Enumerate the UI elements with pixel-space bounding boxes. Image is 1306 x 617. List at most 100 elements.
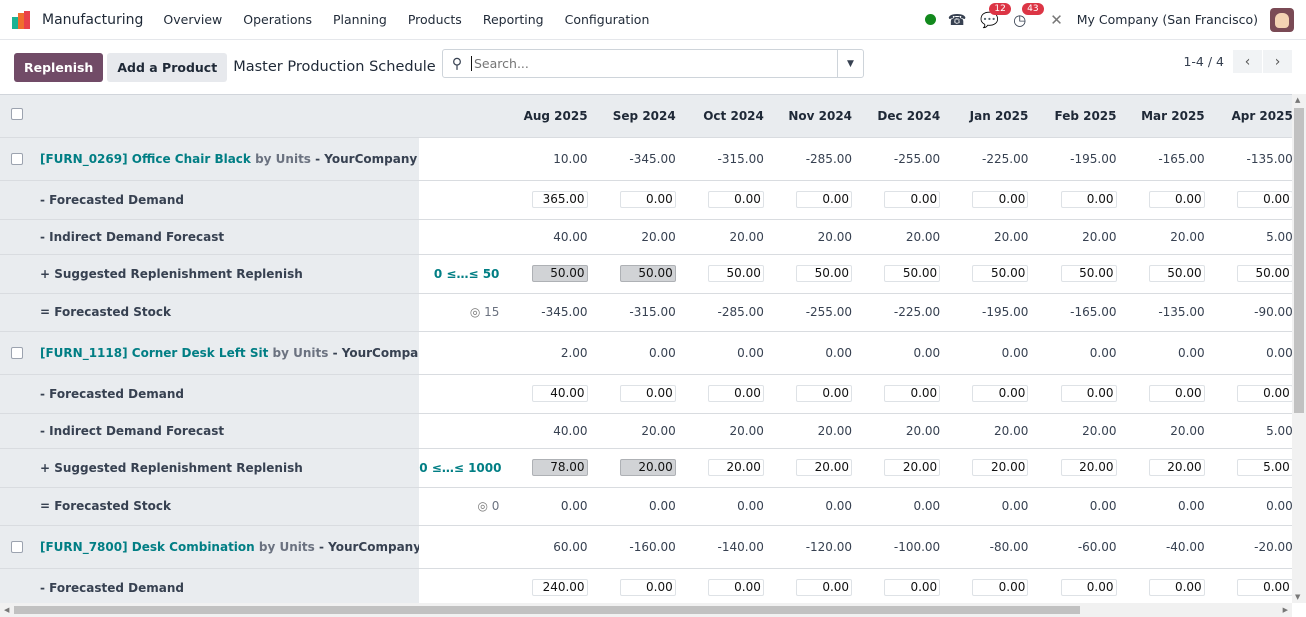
product-name-link[interactable]: [FURN_7800] Desk Combination <box>40 540 255 554</box>
quantity-input[interactable]: 0.00 <box>796 191 853 208</box>
month-cell[interactable]: 50.00 <box>683 253 772 293</box>
quantity-input[interactable]: 20.00 <box>972 459 1029 476</box>
product-name-link[interactable]: [FURN_0269] Office Chair Black <box>40 152 251 166</box>
month-cell[interactable]: 50.00 <box>771 253 861 293</box>
month-cell[interactable]: 50.00 <box>1036 253 1125 293</box>
quantity-input[interactable]: 0.00 <box>796 385 853 402</box>
quantity-input[interactable]: 50.00 <box>1060 265 1117 282</box>
quantity-input[interactable]: 0.00 <box>1060 385 1117 402</box>
quantity-input[interactable]: 0.00 <box>884 191 941 208</box>
month-cell[interactable]: 0.00 <box>860 179 949 219</box>
month-cell[interactable]: 50.00 <box>1124 253 1213 293</box>
month-cell[interactable]: 50.00 <box>860 253 949 293</box>
month-cell[interactable]: 5.00 <box>1212 447 1292 487</box>
quantity-input[interactable]: 0.00 <box>707 191 764 208</box>
replenish-range-link[interactable] <box>419 412 508 448</box>
activities-clock-icon[interactable]: ◷ 43 <box>1013 2 1044 29</box>
quantity-input[interactable]: 50.00 <box>619 265 676 282</box>
quantity-input[interactable]: 0.00 <box>884 385 941 402</box>
replenish-range-link[interactable] <box>419 179 508 219</box>
quantity-input[interactable]: 50.00 <box>796 265 853 282</box>
quantity-input[interactable]: 50.00 <box>884 265 941 282</box>
month-cell[interactable]: 240.00 <box>507 567 596 603</box>
month-cell[interactable]: 0.00 <box>948 179 1037 219</box>
quantity-input[interactable]: 0.00 <box>1148 579 1205 597</box>
quantity-input[interactable]: 50.00 <box>1236 265 1292 282</box>
quantity-input[interactable]: 0.00 <box>707 579 764 597</box>
manufacturing-logo-icon[interactable] <box>12 10 34 29</box>
month-cell[interactable]: 50.00 <box>1212 253 1292 293</box>
month-cell[interactable]: 0.00 <box>1036 373 1125 413</box>
quantity-input[interactable]: 0.00 <box>1236 579 1292 597</box>
month-cell[interactable]: 0.00 <box>948 373 1037 413</box>
quantity-input[interactable]: 50.00 <box>1148 265 1205 282</box>
select-all-checkbox[interactable] <box>11 107 23 120</box>
month-cell[interactable]: 0.00 <box>1212 567 1292 603</box>
menu-products[interactable]: Products <box>408 12 462 27</box>
month-cell[interactable]: 50.00 <box>595 253 684 293</box>
product-checkbox[interactable] <box>11 152 23 165</box>
quantity-input[interactable]: 0.00 <box>619 385 676 402</box>
month-cell[interactable]: 0.00 <box>1124 179 1213 219</box>
quantity-input[interactable]: 0.00 <box>972 385 1029 402</box>
quantity-input[interactable]: 5.00 <box>1236 459 1292 476</box>
quantity-input[interactable]: 0.00 <box>1148 385 1205 402</box>
quantity-input[interactable]: 0.00 <box>1236 191 1292 208</box>
month-cell[interactable]: 20.00 <box>771 447 861 487</box>
quantity-input[interactable]: 0.00 <box>1148 191 1205 208</box>
month-cell[interactable]: 50.00 <box>948 253 1037 293</box>
quantity-input[interactable]: 50.00 <box>531 265 588 282</box>
add-product-button[interactable]: Add a Product <box>107 52 228 82</box>
phone-icon[interactable]: ☎ <box>948 11 967 29</box>
company-switcher[interactable]: My Company (San Francisco) <box>1077 12 1258 27</box>
quantity-input[interactable]: 20.00 <box>619 459 676 476</box>
tools-icon[interactable]: ✕ <box>1050 11 1063 29</box>
month-cell[interactable]: 20.00 <box>860 447 949 487</box>
quantity-input[interactable]: 0.00 <box>972 191 1029 208</box>
replenish-button[interactable]: Replenish <box>14 52 104 82</box>
month-cell[interactable]: 0.00 <box>1036 179 1125 219</box>
product-checkbox[interactable] <box>11 346 23 359</box>
pager-previous-button[interactable]: ‹ <box>1233 50 1262 73</box>
month-cell[interactable]: 0.00 <box>595 373 684 413</box>
month-cell[interactable]: 0.00 <box>1036 567 1125 603</box>
month-cell[interactable]: 20.00 <box>1036 447 1125 487</box>
vertical-scrollbar[interactable]: ▲ ▼ <box>1292 94 1306 603</box>
quantity-input[interactable]: 365.00 <box>531 191 588 208</box>
month-cell[interactable]: 20.00 <box>595 447 684 487</box>
month-cell[interactable]: 0.00 <box>1212 373 1292 413</box>
month-cell[interactable]: 0.00 <box>595 179 684 219</box>
month-cell[interactable]: 0.00 <box>860 567 949 603</box>
menu-overview[interactable]: Overview <box>163 12 222 27</box>
quantity-input[interactable]: 40.00 <box>531 385 588 402</box>
pager-next-button[interactable]: › <box>1263 50 1292 73</box>
quantity-input[interactable]: 20.00 <box>707 459 764 476</box>
month-cell[interactable]: 20.00 <box>1124 447 1213 487</box>
month-cell[interactable]: 0.00 <box>683 373 772 413</box>
quantity-input[interactable]: 0.00 <box>884 579 941 597</box>
month-cell[interactable]: 78.00 <box>507 447 596 487</box>
month-cell[interactable]: 0.00 <box>595 567 684 603</box>
month-cell[interactable]: 20.00 <box>683 447 772 487</box>
pager-value[interactable]: 1-4 / 4 <box>1183 54 1224 69</box>
quantity-input[interactable]: 0.00 <box>972 579 1029 597</box>
month-cell[interactable]: 0.00 <box>771 567 861 603</box>
replenish-range-link[interactable]: 0 ≤…≤ 1000 <box>419 447 508 487</box>
month-cell[interactable]: 40.00 <box>507 373 596 413</box>
quantity-input[interactable]: 78.00 <box>531 459 588 476</box>
menu-reporting[interactable]: Reporting <box>483 12 544 27</box>
quantity-input[interactable]: 0.00 <box>796 579 853 597</box>
quantity-input[interactable]: 0.00 <box>619 191 676 208</box>
product-name-link[interactable]: [FURN_1118] Corner Desk Left Sit <box>40 346 268 360</box>
product-checkbox[interactable] <box>11 540 23 553</box>
quantity-input[interactable]: 0.00 <box>619 579 676 597</box>
quantity-input[interactable]: 20.00 <box>796 459 853 476</box>
quantity-input[interactable]: 50.00 <box>972 265 1029 282</box>
quantity-input[interactable]: 240.00 <box>531 579 588 597</box>
quantity-input[interactable]: 50.00 <box>707 265 764 282</box>
quantity-input[interactable]: 20.00 <box>1148 459 1205 476</box>
search-options-dropdown-icon[interactable]: ▼ <box>837 50 863 77</box>
forecast-graph-icon[interactable]: ▟ <box>417 152 419 166</box>
messages-icon[interactable]: 💬 12 <box>980 2 1011 29</box>
quantity-input[interactable]: 0.00 <box>1060 191 1117 208</box>
